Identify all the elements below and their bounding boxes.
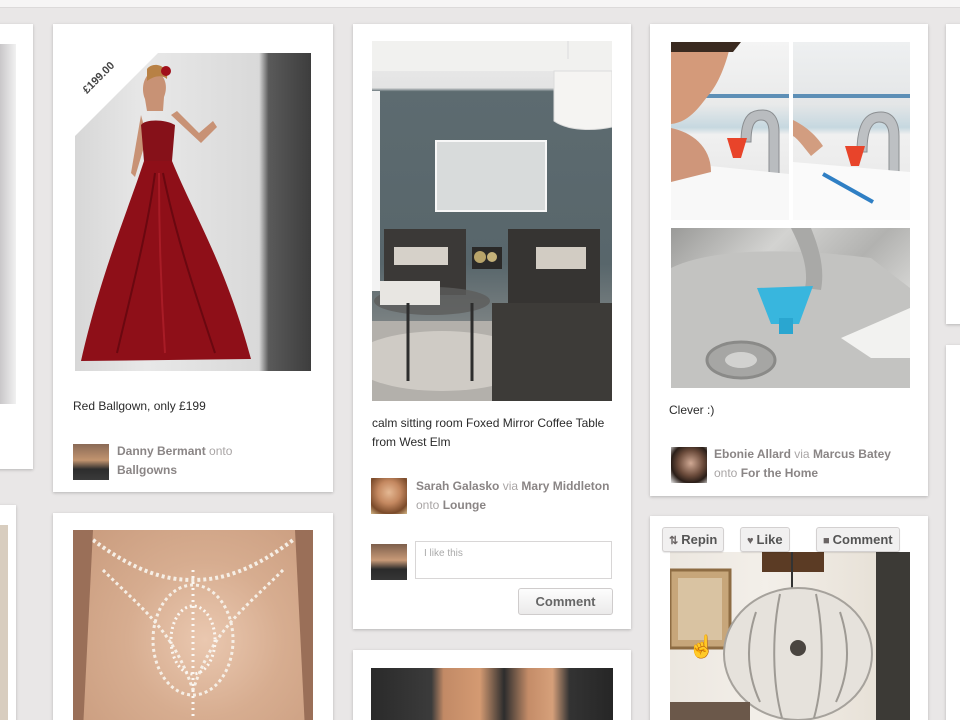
repin-button[interactable]: ⇅ Repin: [662, 527, 725, 552]
sink-illustration: [671, 228, 910, 388]
pin-card-sitting-room[interactable]: calm sitting room Foxed Mirror Coffee Ta…: [353, 24, 631, 629]
pin-attribution: Danny Bermant onto Ballgowns: [117, 444, 233, 477]
pin-card-ballgown[interactable]: £199.00 Red Ballgown, only £199 Danny Be…: [53, 24, 333, 492]
board-link[interactable]: Ballgowns: [117, 463, 177, 477]
onto-word: onto: [714, 466, 741, 480]
like-button[interactable]: ♥ Like: [740, 527, 790, 552]
pin-description: Red Ballgown, only £199: [73, 399, 206, 413]
comment-input[interactable]: I like this: [415, 541, 612, 579]
heart-icon: ♥: [747, 535, 754, 547]
price-badge: £199.00: [75, 44, 167, 136]
beaded-pattern: [73, 530, 313, 720]
pin-image-sitting-room[interactable]: [372, 41, 612, 401]
pin-attribution: Sarah Galasko via Mary Middleton onto Lo…: [416, 479, 610, 512]
pin-image-faucet-3[interactable]: [671, 228, 910, 388]
pin-attribution: Ebonie Allard via Marcus Batey onto onto…: [714, 447, 891, 480]
pin-card-partial-right-2[interactable]: [946, 345, 960, 720]
pin-image-faucet-1[interactable]: [671, 42, 789, 220]
faucet-toothbrush-illustration: [793, 94, 910, 220]
pinner-link[interactable]: Ebonie Allard: [714, 447, 791, 461]
pinner-avatar[interactable]: [371, 478, 407, 514]
repin-icon: ⇅: [669, 535, 679, 547]
comment-button[interactable]: ■ Comment: [816, 527, 900, 552]
pin-image-beaded-dress[interactable]: [73, 530, 313, 720]
pin-image: [0, 525, 8, 720]
pin-card-partial-left[interactable]: [0, 24, 33, 469]
comment-submit-button[interactable]: Comment: [518, 588, 613, 615]
pin-card-partial-left-2[interactable]: [0, 505, 16, 720]
hand-cursor-icon: ☝: [688, 634, 716, 659]
pin-image[interactable]: [371, 668, 613, 720]
pin-description: calm sitting room Foxed Mirror Coffee Ta…: [372, 416, 605, 449]
pin-card-legs[interactable]: [353, 650, 631, 720]
via-user-link[interactable]: Marcus Batey: [813, 447, 891, 461]
top-bar: [0, 0, 960, 8]
pinner-avatar[interactable]: [671, 447, 707, 483]
current-user-avatar: [371, 544, 407, 580]
pin-card-embellished-dress[interactable]: [53, 513, 333, 720]
sitting-room-illustration: [372, 41, 612, 401]
board-link[interactable]: For the Home: [741, 466, 818, 480]
pin-image: [0, 44, 16, 404]
pinner-link[interactable]: Sarah Galasko: [416, 479, 499, 493]
via-user-link[interactable]: Mary Middleton: [521, 479, 609, 493]
comment-icon: ■: [823, 535, 830, 547]
board-link[interactable]: Lounge: [443, 498, 486, 512]
faucet-drinking-illustration: [671, 42, 789, 220]
pin-image-faucet-2[interactable]: [793, 42, 910, 220]
pin-card-faucet[interactable]: Clever :) Ebonie Allard via Marcus Batey…: [650, 24, 928, 496]
pin-description: Clever :): [669, 403, 715, 417]
pin-card-partial-right[interactable]: [946, 24, 960, 324]
pinner-link[interactable]: Danny Bermant: [117, 444, 206, 458]
pinner-avatar[interactable]: [73, 444, 109, 480]
